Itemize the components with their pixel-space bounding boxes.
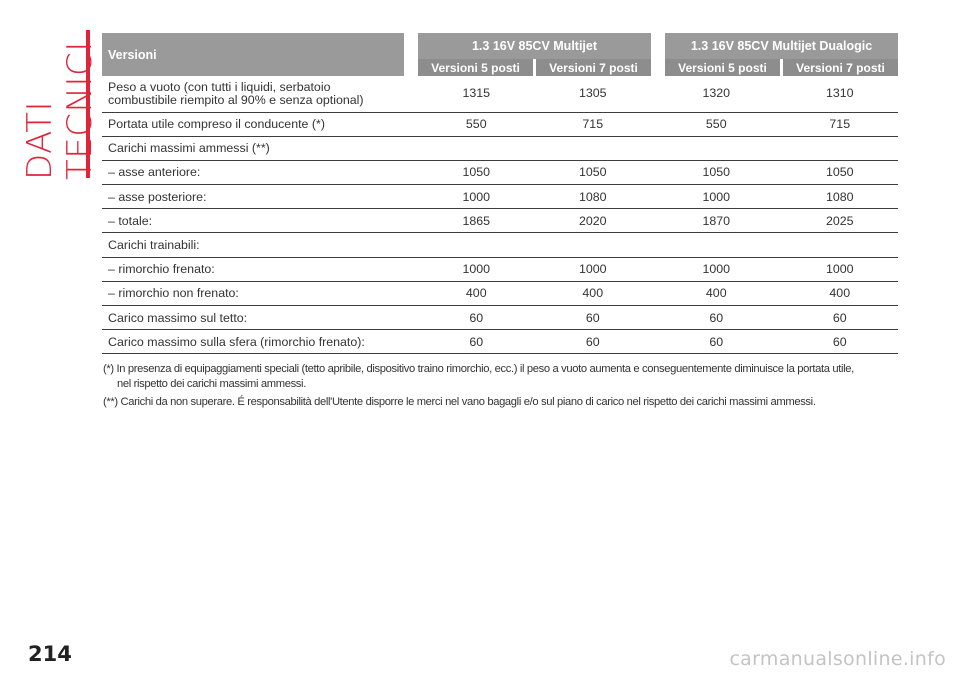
table-row: – rimorchio non frenato: 400 400 400 400 — [102, 281, 898, 307]
row-label: – totale: — [102, 208, 418, 234]
row-label-line: Peso a vuoto (con tutti i liquidi, serba… — [108, 79, 331, 94]
row-label: – asse posteriore: — [102, 184, 418, 210]
row-label-line: combustibile riempito al 90% e senza opt… — [108, 92, 364, 107]
cell-value: 400 — [534, 281, 651, 307]
cell-value: 60 — [651, 329, 782, 355]
cell-value: 1050 — [534, 160, 651, 186]
table-row: Peso a vuoto (con tutti i liquidi, serba… — [102, 76, 898, 113]
cell-value: 60 — [781, 329, 898, 355]
cell-value: 1870 — [651, 208, 782, 234]
cell-value: 60 — [418, 329, 535, 355]
cell-value: 715 — [781, 112, 898, 137]
table-row: Carico massimo sul tetto: 60 60 60 60 — [102, 305, 898, 331]
cell-value: 1000 — [418, 257, 535, 282]
subheader-5-seats: Versioni 5 posti — [665, 59, 782, 76]
cell-value: 1000 — [651, 184, 782, 210]
row-label: Carico massimo sul tetto: — [102, 305, 418, 331]
table-row: Portata utile compreso il conducente (*)… — [102, 112, 898, 137]
table-row: Carichi trainabili: — [102, 232, 898, 258]
cell-value: 1000 — [418, 184, 535, 210]
cell-value: 550 — [651, 112, 782, 137]
cell-value: 1080 — [534, 184, 651, 210]
section-rule — [86, 30, 90, 178]
page-number: 214 — [28, 642, 72, 666]
cell-value: 1080 — [781, 184, 898, 210]
footnote-line: (*) In presenza di equipaggiamenti speci… — [103, 363, 854, 375]
cell-value: 400 — [651, 281, 782, 307]
row-label: Carichi trainabili: — [102, 232, 418, 258]
cell-value: 1310 — [781, 76, 898, 113]
cell-value: 1305 — [534, 76, 651, 113]
footnote-line: nel rispetto dei carichi massimi ammessi… — [117, 378, 306, 390]
cell-value: 400 — [781, 281, 898, 307]
row-label: Carico massimo sulla sfera (rimorchio fr… — [102, 329, 418, 355]
footnote-2: (**) Carichi da non superare. É responsa… — [103, 396, 816, 408]
cell-value: 60 — [534, 305, 651, 331]
cell-value: 1000 — [534, 257, 651, 282]
header-gap — [404, 33, 418, 76]
cell-value: 60 — [781, 305, 898, 331]
engine-header-multijet: 1.3 16V 85CV Multijet — [418, 33, 651, 59]
table-row: Carichi massimi ammessi (**) — [102, 136, 898, 161]
cell-value: 1000 — [781, 257, 898, 282]
cell-value: 1050 — [651, 160, 782, 186]
engine-header-dualogic: 1.3 16V 85CV Multijet Dualogic — [665, 33, 898, 59]
cell-value: 1050 — [781, 160, 898, 186]
watermark: carmanualsonline.info — [729, 648, 946, 670]
technical-data-table: Versioni 1.3 16V 85CV Multijet 1.3 16V 8… — [102, 33, 898, 355]
row-label: – rimorchio frenato: — [102, 257, 418, 282]
cell-value: 400 — [418, 281, 535, 307]
cell-value: 1865 — [418, 208, 535, 234]
cell-value: 1000 — [651, 257, 782, 282]
subheader-7-seats: Versioni 7 posti — [533, 59, 651, 76]
cell-value: 60 — [418, 305, 535, 331]
subheader-5-seats: Versioni 5 posti — [418, 59, 535, 76]
row-label: Carichi massimi ammessi (**) — [102, 136, 418, 161]
table-row: – totale: 1865 2020 1870 2025 — [102, 208, 898, 234]
cell-value: 1320 — [651, 76, 782, 113]
footnotes: (*) In presenza di equipaggiamenti speci… — [103, 362, 903, 413]
cell-empty — [418, 232, 898, 258]
versions-header: Versioni — [102, 33, 404, 76]
cell-value: 1315 — [418, 76, 535, 113]
table-row: – asse posteriore: 1000 1080 1000 1080 — [102, 184, 898, 210]
cell-value: 715 — [534, 112, 651, 137]
header-gap — [651, 33, 665, 76]
cell-value: 60 — [534, 329, 651, 355]
row-label: – asse anteriore: — [102, 160, 418, 186]
cell-value: 2025 — [781, 208, 898, 234]
cell-value: 2020 — [534, 208, 651, 234]
row-label: – rimorchio non frenato: — [102, 281, 418, 307]
cell-value: 60 — [651, 305, 782, 331]
row-label: Peso a vuoto (con tutti i liquidi, serba… — [102, 76, 418, 113]
table-row: Carico massimo sulla sfera (rimorchio fr… — [102, 329, 898, 355]
cell-empty — [418, 136, 898, 161]
section-title: DATI TECNICI — [20, 41, 100, 180]
subheader-7-seats: Versioni 7 posti — [780, 59, 898, 76]
row-label: Portata utile compreso il conducente (*) — [102, 112, 418, 137]
footnote-1: (*) In presenza di equipaggiamenti speci… — [103, 362, 903, 392]
table-row: – asse anteriore: 1050 1050 1050 1050 — [102, 160, 898, 186]
table-header-row: Versioni 1.3 16V 85CV Multijet 1.3 16V 8… — [102, 33, 898, 76]
cell-value: 550 — [418, 112, 535, 137]
table-row: – rimorchio frenato: 1000 1000 1000 1000 — [102, 257, 898, 282]
cell-value: 1050 — [418, 160, 535, 186]
